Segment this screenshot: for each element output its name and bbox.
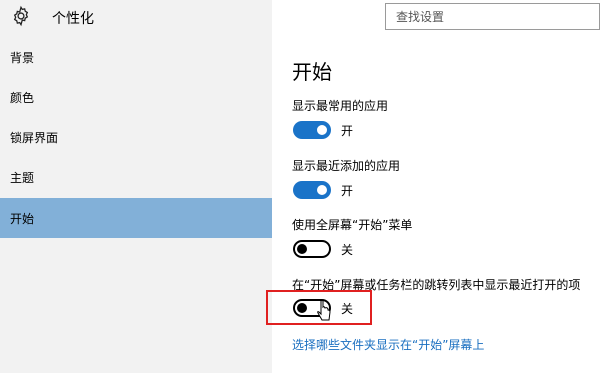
sidebar-item-themes[interactable]: 主题 — [0, 157, 272, 197]
page-header-title: 个性化 — [52, 11, 94, 27]
sidebar-item-label: 主题 — [10, 170, 35, 185]
choose-folders-link[interactable]: 选择哪些文件夹显示在“开始”屏幕上 — [292, 336, 484, 353]
sidebar-item-colors[interactable]: 颜色 — [0, 77, 272, 117]
full-screen-start-toggle[interactable] — [293, 240, 331, 258]
setting-label-recently-added: 显示最近添加的应用 — [292, 159, 401, 173]
sidebar-item-label: 背景 — [10, 50, 35, 65]
sidebar-item-lock-screen[interactable]: 锁屏界面 — [0, 117, 272, 157]
toggle-state-text: 开 — [341, 124, 354, 138]
header: 个性化 — [0, 0, 272, 36]
most-used-apps-toggle[interactable] — [293, 121, 331, 139]
recently-added-apps-toggle[interactable] — [293, 181, 331, 199]
sidebar-item-label: 颜色 — [10, 90, 35, 105]
sidebar-item-background[interactable]: 背景 — [0, 37, 272, 77]
toggle-state-text: 开 — [341, 184, 354, 198]
mouse-pointer-icon — [317, 300, 331, 321]
toggle-knob — [317, 125, 327, 135]
setting-label-full-screen-start: 使用全屏幕“开始”菜单 — [292, 218, 413, 232]
toggle-state-text: 关 — [341, 243, 354, 257]
toggle-knob — [297, 244, 307, 254]
setting-label-most-used: 显示最常用的应用 — [292, 99, 389, 113]
sidebar-item-label: 开始 — [10, 211, 35, 226]
sidebar-item-label: 锁屏界面 — [10, 130, 59, 145]
search-input[interactable] — [385, 3, 600, 30]
toggle-knob — [317, 185, 327, 195]
page-title: 开始 — [292, 60, 332, 84]
gear-icon — [13, 5, 29, 27]
sidebar-item-start[interactable]: 开始 — [0, 198, 272, 238]
